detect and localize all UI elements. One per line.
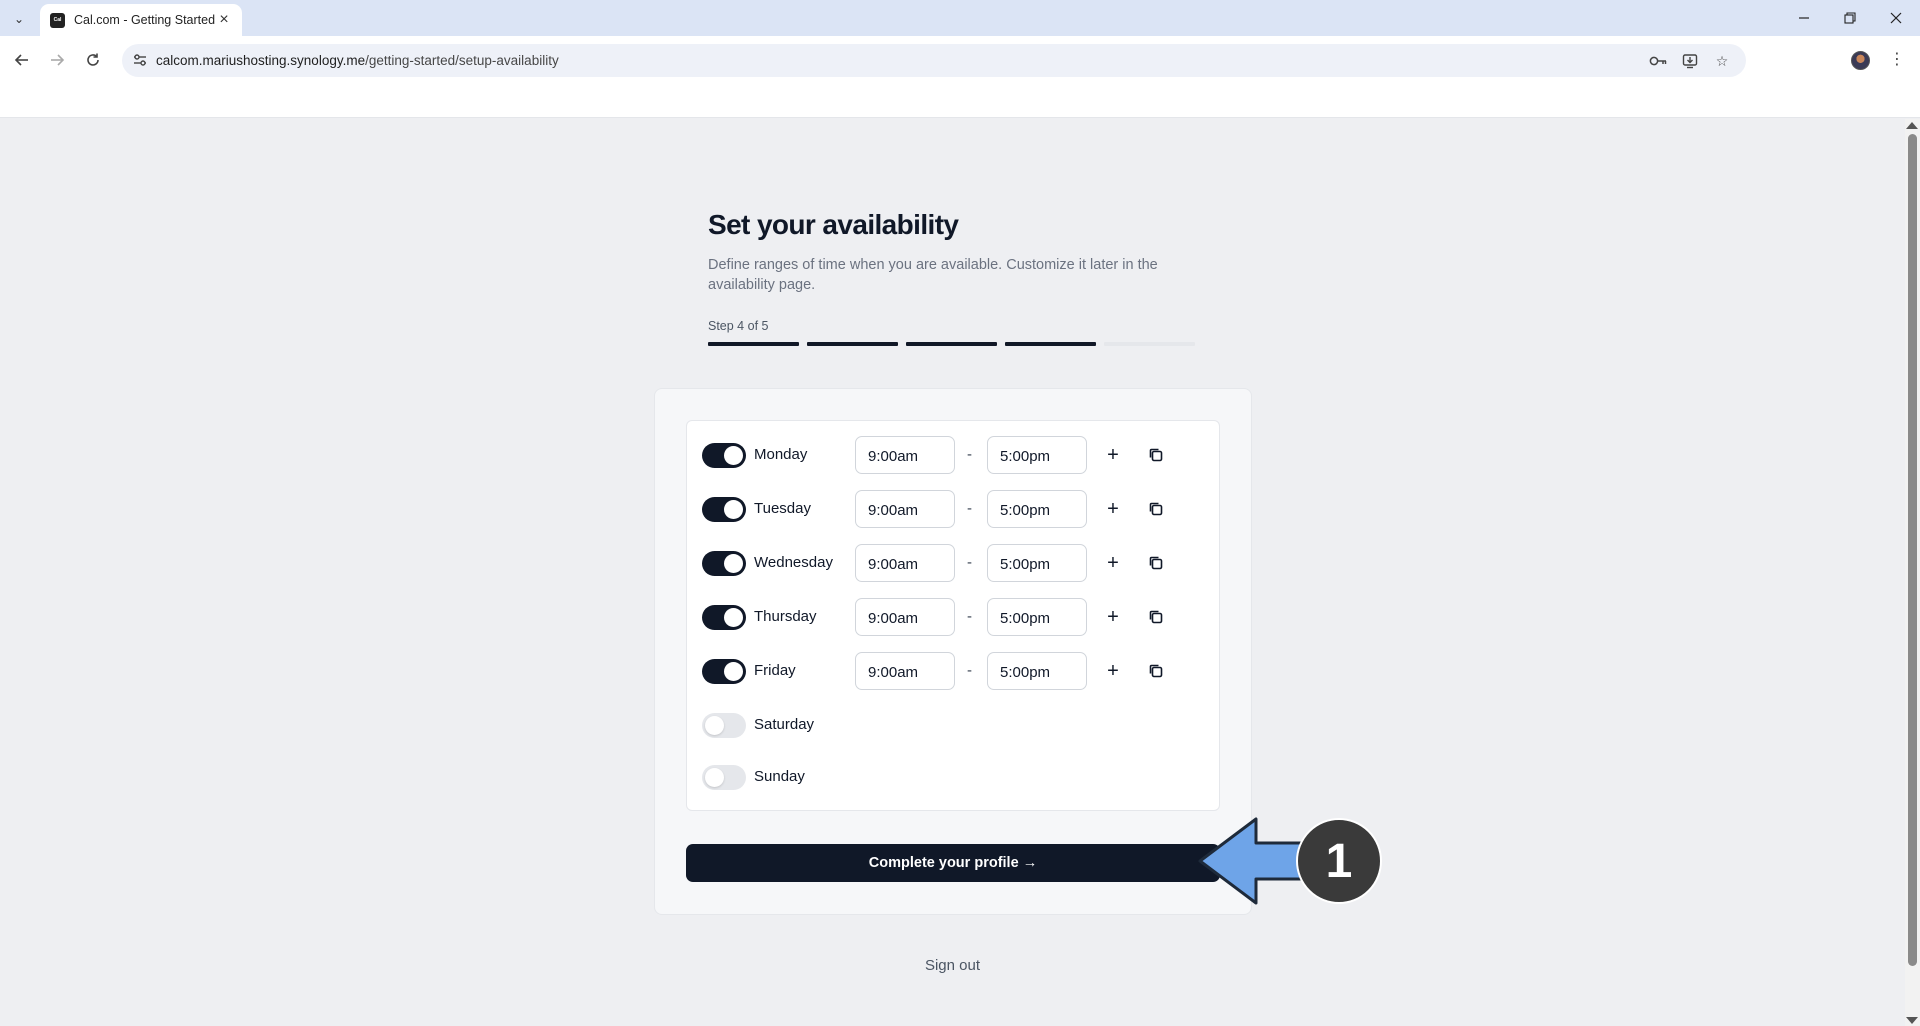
- tab-strip: ⌄ Cal Cal.com - Getting Started ×: [0, 0, 1920, 36]
- toggle-knob: [724, 662, 743, 681]
- end-time-select[interactable]: 5:00pm: [987, 598, 1087, 636]
- minimize-icon[interactable]: [1788, 6, 1820, 30]
- toggle-knob: [724, 500, 743, 519]
- tab-search-icon[interactable]: ⌄: [8, 8, 30, 30]
- toggle-knob: [705, 716, 724, 735]
- day-toggle[interactable]: [702, 443, 746, 468]
- day-label: Saturday: [754, 716, 815, 733]
- range-separator: -: [967, 608, 972, 625]
- back-icon[interactable]: [10, 48, 34, 72]
- bookmark-star-icon[interactable]: ☆: [1712, 51, 1732, 71]
- day-label: Sunday: [754, 768, 805, 785]
- step-bar: [708, 342, 799, 346]
- day-toggle[interactable]: [702, 551, 746, 576]
- add-range-plus-icon[interactable]: +: [1101, 659, 1125, 683]
- step-bar: [906, 342, 997, 346]
- copy-times-icon[interactable]: [1145, 498, 1167, 520]
- copy-times-icon[interactable]: [1145, 606, 1167, 628]
- browser-tab[interactable]: Cal Cal.com - Getting Started ×: [40, 4, 242, 36]
- annotation-arrow-icon: [1198, 817, 1314, 905]
- day-row-saturday: Saturday: [702, 704, 1202, 744]
- page-header-strip: [0, 84, 1920, 118]
- range-separator: -: [967, 554, 972, 571]
- page-subtitle: Define ranges of time when you are avail…: [708, 257, 1158, 293]
- step-bar: [807, 342, 898, 346]
- browser-toolbar: calcom.mariushosting.synology.me/getting…: [0, 36, 1920, 84]
- day-toggle[interactable]: [702, 659, 746, 684]
- end-time-select[interactable]: 5:00pm: [987, 544, 1087, 582]
- url-path: /getting-started/setup-availability: [365, 53, 559, 68]
- toggle-knob: [724, 446, 743, 465]
- day-row-wednesday: Wednesday 9:00am -5:00pm +: [702, 542, 1202, 582]
- day-label: Wednesday: [754, 554, 833, 571]
- day-row-monday: Monday 9:00am -5:00pm +: [702, 434, 1202, 474]
- day-row-sunday: Sunday: [702, 756, 1202, 796]
- url-text: calcom.mariushosting.synology.me/getting…: [156, 53, 559, 68]
- range-separator: -: [967, 446, 972, 463]
- start-time-select[interactable]: 9:00am: [855, 652, 955, 690]
- step-bar: [1104, 342, 1195, 346]
- day-toggle[interactable]: [702, 605, 746, 630]
- day-toggle[interactable]: [702, 497, 746, 522]
- tab-favicon-icon: Cal: [50, 12, 65, 28]
- start-time-select[interactable]: 9:00am: [855, 490, 955, 528]
- day-label: Thursday: [754, 608, 817, 625]
- scrollbar-thumb[interactable]: [1908, 134, 1917, 966]
- browser-menu-icon[interactable]: ⋮: [1889, 48, 1905, 72]
- install-app-icon[interactable]: [1680, 51, 1700, 71]
- tab-close-icon[interactable]: ×: [216, 12, 232, 28]
- sign-out-link[interactable]: Sign out: [0, 957, 1905, 974]
- start-time-select[interactable]: 9:00am: [855, 598, 955, 636]
- start-time-select[interactable]: 9:00am: [855, 436, 955, 474]
- restore-icon[interactable]: [1834, 6, 1866, 30]
- day-row-friday: Friday 9:00am -5:00pm +: [702, 650, 1202, 690]
- close-window-icon[interactable]: [1880, 6, 1912, 30]
- tab-title: Cal.com - Getting Started: [74, 13, 216, 27]
- end-time-select[interactable]: 5:00pm: [987, 436, 1087, 474]
- annotation-number: 1: [1326, 835, 1353, 888]
- profile-avatar[interactable]: [1851, 51, 1870, 70]
- step-progress: [708, 342, 1195, 346]
- day-toggle[interactable]: [702, 765, 746, 790]
- range-separator: -: [967, 500, 972, 517]
- step-bar: [1005, 342, 1096, 346]
- site-settings-icon[interactable]: [132, 52, 148, 68]
- copy-times-icon[interactable]: [1145, 444, 1167, 466]
- add-range-plus-icon[interactable]: +: [1101, 443, 1125, 467]
- complete-profile-button[interactable]: Complete your profile →: [686, 844, 1220, 882]
- add-range-plus-icon[interactable]: +: [1101, 551, 1125, 575]
- tutorial-annotation: 1: [1198, 817, 1382, 905]
- scroll-down-arrow-icon[interactable]: [1906, 1017, 1918, 1024]
- page-title: Set your availability: [708, 209, 959, 240]
- day-label: Tuesday: [754, 500, 811, 517]
- toggle-knob: [724, 608, 743, 627]
- range-separator: -: [967, 662, 972, 679]
- day-toggle[interactable]: [702, 713, 746, 738]
- toggle-knob: [705, 768, 724, 787]
- address-bar[interactable]: calcom.mariushosting.synology.me/getting…: [122, 44, 1746, 77]
- copy-times-icon[interactable]: [1145, 552, 1167, 574]
- day-row-thursday: Thursday 9:00am -5:00pm +: [702, 596, 1202, 636]
- add-range-plus-icon[interactable]: +: [1101, 497, 1125, 521]
- add-range-plus-icon[interactable]: +: [1101, 605, 1125, 629]
- start-time-select[interactable]: 9:00am: [855, 544, 955, 582]
- day-label: Friday: [754, 662, 796, 679]
- end-time-select[interactable]: 5:00pm: [987, 490, 1087, 528]
- toggle-knob: [724, 554, 743, 573]
- sign-out-label: Sign out: [924, 957, 981, 974]
- end-time-select[interactable]: 5:00pm: [987, 652, 1087, 690]
- url-host: calcom.mariushosting.synology.me: [156, 53, 366, 68]
- day-label: Monday: [754, 446, 808, 463]
- copy-times-icon[interactable]: [1145, 660, 1167, 682]
- password-key-icon[interactable]: [1648, 51, 1668, 71]
- arrow-right-icon: →: [1022, 855, 1038, 871]
- step-label: Step 4 of 5: [708, 319, 769, 333]
- forward-icon[interactable]: [45, 48, 69, 72]
- complete-profile-label: Complete your profile: [868, 855, 1019, 871]
- reload-icon[interactable]: [81, 48, 105, 72]
- scroll-up-arrow-icon[interactable]: [1906, 122, 1918, 129]
- day-row-tuesday: Tuesday 9:00am -5:00pm +: [702, 488, 1202, 528]
